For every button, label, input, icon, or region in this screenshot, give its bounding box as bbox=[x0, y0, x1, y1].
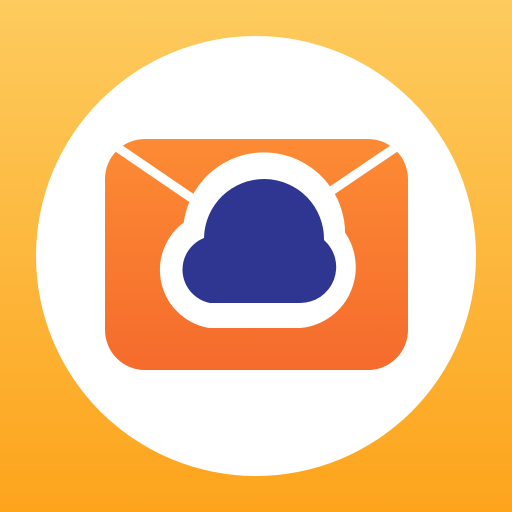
app-icon-graphic bbox=[0, 0, 512, 512]
cloud-icon bbox=[159, 152, 356, 328]
app-icon bbox=[0, 0, 512, 512]
